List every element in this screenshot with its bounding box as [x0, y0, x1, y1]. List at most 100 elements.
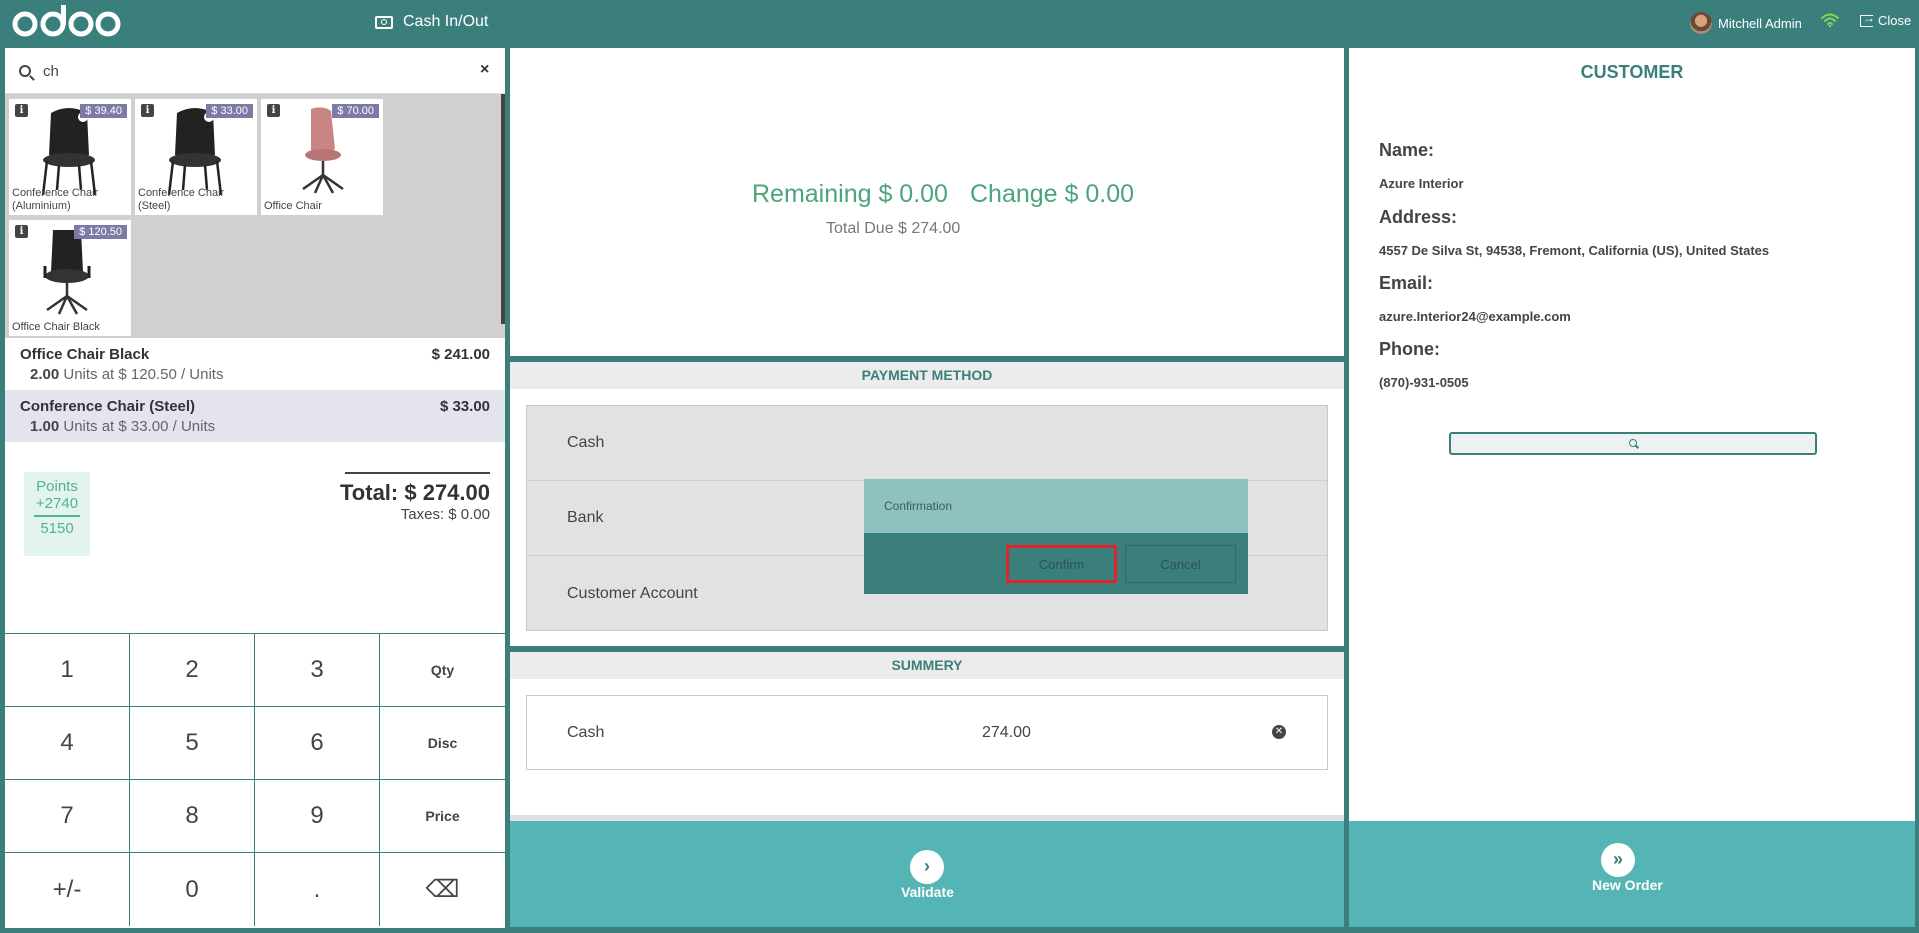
product-price-tag: $ 120.50 — [74, 225, 127, 239]
conference-chair-image — [41, 108, 97, 196]
search-icon — [19, 65, 31, 77]
product-name: Office Chair Black — [12, 321, 100, 333]
new-order-button[interactable]: » New Order — [1349, 821, 1915, 927]
info-icon[interactable]: i — [15, 225, 28, 238]
product-name: Conference Chair (Aluminium) — [12, 187, 99, 212]
search-icon — [1629, 439, 1637, 447]
payment-line-method: Cash — [567, 724, 605, 741]
numpad-key-3[interactable]: 3 — [255, 634, 380, 707]
payment-method-title: PAYMENT METHOD — [510, 362, 1344, 389]
customer-search-button[interactable] — [1449, 432, 1817, 455]
customer-title: CUSTOMER — [1580, 62, 1684, 82]
points-label: Points — [36, 478, 78, 495]
numpad-disc-button[interactable]: Disc — [380, 707, 505, 780]
payment-method-cash[interactable]: Cash — [527, 406, 1327, 481]
numpad-qty-button[interactable]: Qty — [380, 634, 505, 707]
points-won: +2740 — [35, 495, 79, 512]
order-line-product: Conference Chair (Steel) — [20, 398, 196, 415]
order-line[interactable]: Office Chair Black $ 241.00 2.00 Units a… — [5, 338, 505, 390]
product-list: i $ 39.40 Conference Chair (Aluminium) i… — [5, 94, 505, 338]
product-price-tag: $ 70.00 — [332, 104, 379, 118]
numpad-key-7[interactable]: 7 — [5, 780, 130, 853]
conference-chair-image — [167, 108, 223, 196]
customer-phone-label: Phone: — [1379, 339, 1440, 359]
numpad-key-5[interactable]: 5 — [130, 707, 255, 780]
confirmation-popup: Confirmation Confirm Cancel — [864, 479, 1248, 594]
numpad-key-4[interactable]: 4 — [5, 707, 130, 780]
numpad-sign-button[interactable]: +/- — [5, 853, 130, 926]
numpad-price-button[interactable]: Price — [380, 780, 505, 853]
change-amount: Change $ 0.00 — [970, 180, 1135, 208]
points-divider — [34, 515, 80, 517]
product-list-scrollbar[interactable] — [501, 94, 505, 324]
numpad-decimal-button[interactable]: . — [255, 853, 380, 926]
numpad-key-6[interactable]: 6 — [255, 707, 380, 780]
new-order-label: New Order — [1592, 877, 1663, 893]
product-card[interactable]: i $ 33.00 Conference Chair (Steel) — [135, 99, 257, 215]
cancel-button[interactable]: Cancel — [1125, 545, 1236, 583]
numpad-key-8[interactable]: 8 — [130, 780, 255, 853]
total-divider — [345, 472, 490, 474]
odoo-logo — [12, 5, 121, 37]
order-total: Total: $ 274.00 — [340, 480, 490, 505]
numpad: 1 2 3 Qty 4 5 6 Disc 7 8 9 Price +/- 0 .… — [5, 633, 505, 928]
double-chevron-right-icon: » — [1601, 843, 1635, 877]
order-line-quantity: 1.00 Units at $ 33.00 / Units — [30, 418, 216, 435]
total-due: Total Due $ 274.00 — [826, 220, 961, 237]
order-line-product: Office Chair Black — [20, 346, 150, 363]
customer-address-label: Address: — [1379, 207, 1458, 227]
product-price-tag: $ 39.40 — [80, 104, 127, 118]
payment-status-panel: Remaining $ 0.00 Change $ 0.00 Total Due… — [510, 48, 1344, 356]
customer-name-label: Name: — [1379, 140, 1435, 160]
remove-payment-icon[interactable]: ✕ — [1272, 725, 1286, 739]
user-name: Mitchell Admin — [1718, 15, 1802, 31]
product-card[interactable]: i $ 70.00 Office Chair — [261, 99, 383, 215]
summary-panel: SUMMERY Cash 274.00 ✕ — [510, 652, 1344, 822]
numpad-key-1[interactable]: 1 — [5, 634, 130, 707]
order-summary: Total: $ 274.00 Taxes: $ 0.00 — [340, 472, 490, 523]
top-bar: Cash In/Out Mitchell Admin Close — [0, 0, 1919, 46]
numpad-key-2[interactable]: 2 — [130, 634, 255, 707]
close-button[interactable]: Close — [1860, 11, 1912, 28]
chevron-right-icon: › — [910, 850, 944, 884]
popup-title: Confirmation — [864, 479, 1248, 533]
loyalty-points-badge: Points +2740 5150 — [24, 472, 90, 556]
clear-search-icon[interactable]: × — [480, 61, 489, 79]
customer-email: azure.Interior24@example.com — [1379, 309, 1571, 324]
product-card[interactable]: i $ 120.50 Office Chair Black — [9, 220, 131, 336]
sign-out-icon — [1860, 11, 1875, 27]
order-line-selected[interactable]: Conference Chair (Steel) $ 33.00 1.00 Un… — [5, 390, 505, 442]
customer-panel: CUSTOMER Name: Azure Interior Address: 4… — [1349, 48, 1915, 821]
money-icon — [375, 15, 393, 29]
confirm-button[interactable]: Confirm — [1006, 545, 1117, 583]
validate-button[interactable]: › Validate — [510, 821, 1344, 927]
payment-line-amount: 274.00 — [982, 724, 1031, 741]
avatar — [1690, 12, 1712, 34]
cash-in-out-label: Cash In/Out — [403, 13, 489, 30]
info-icon[interactable]: i — [141, 104, 154, 117]
cash-in-out-button[interactable]: Cash In/Out — [375, 13, 488, 31]
user-menu[interactable]: Mitchell Admin — [1690, 12, 1802, 34]
search-input[interactable] — [43, 58, 463, 84]
payment-line[interactable]: Cash 274.00 ✕ — [526, 695, 1328, 770]
product-card[interactable]: i $ 39.40 Conference Chair (Aluminium) — [9, 99, 131, 215]
wifi-icon — [1821, 13, 1839, 28]
popup-footer: Confirm Cancel — [864, 533, 1248, 594]
customer-email-label: Email: — [1379, 273, 1434, 293]
order-line-price: $ 241.00 — [431, 346, 490, 363]
remaining-amount: Remaining $ 0.00 — [752, 180, 948, 208]
info-icon[interactable]: i — [267, 104, 280, 117]
order-line-price: $ 33.00 — [439, 398, 490, 415]
customer-phone: (870)-931-0505 — [1379, 375, 1469, 390]
points-total: 5150 — [40, 520, 74, 537]
numpad-key-0[interactable]: 0 — [130, 853, 255, 926]
info-icon[interactable]: i — [15, 104, 28, 117]
backspace-icon[interactable]: ⌫ — [380, 853, 505, 926]
order-line-quantity: 2.00 Units at $ 120.50 / Units — [30, 366, 224, 383]
product-price-tag: $ 33.00 — [206, 104, 253, 118]
numpad-key-9[interactable]: 9 — [255, 780, 380, 853]
customer-name: Azure Interior — [1379, 176, 1464, 191]
close-label: Close — [1878, 13, 1912, 28]
product-name: Conference Chair (Steel) — [138, 187, 225, 212]
product-search-bar: × — [5, 48, 505, 94]
